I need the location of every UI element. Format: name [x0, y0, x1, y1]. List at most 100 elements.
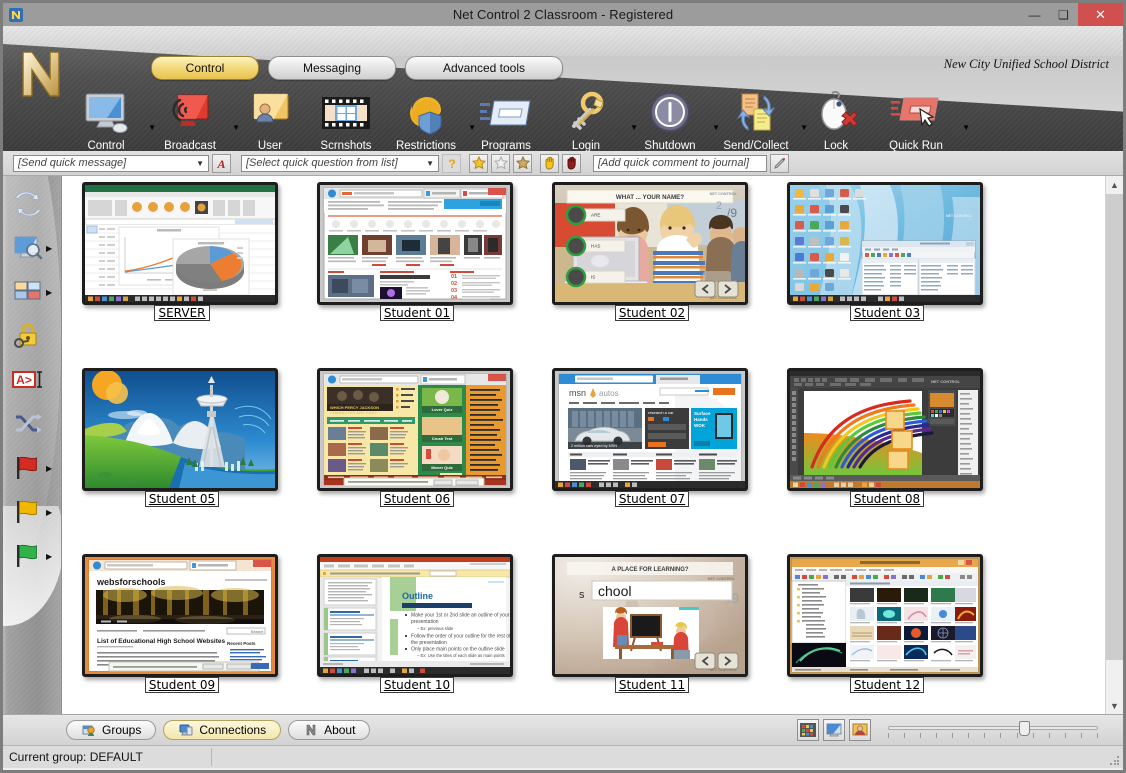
- chevron-down-icon[interactable]: ▼: [1106, 697, 1123, 714]
- view-monitor-icon: [11, 231, 45, 265]
- thumbnail-cell[interactable]: SERVER: [80, 180, 284, 325]
- thumbnail-label[interactable]: Student 12: [850, 677, 924, 693]
- thumbnail-cell[interactable]: A PLACE FOR LEARNING? NET CONTROL 7 /9 s…: [550, 552, 754, 697]
- sidebar-item-lock[interactable]: [11, 316, 57, 356]
- connections-icon: [178, 722, 194, 738]
- thumbnail-cell[interactable]: Outline Make your 1st or 2nd slide an ou…: [315, 552, 519, 697]
- thumbnail-cell[interactable]: Student 05: [80, 366, 284, 511]
- sidebar-item-view-monitor[interactable]: ▶: [11, 228, 57, 268]
- silver-star-icon[interactable]: [491, 154, 510, 173]
- sidebar-item-green-flag[interactable]: ▶: [11, 536, 57, 576]
- quick-question-select[interactable]: [Select quick question from list] ▼: [241, 155, 439, 172]
- monitor-view-icon[interactable]: [823, 719, 845, 741]
- chevron-right-icon[interactable]: ▶: [46, 508, 52, 517]
- tab-messaging[interactable]: Messaging: [268, 56, 396, 80]
- thumbnail-cell[interactable]: NET CONTROL: [785, 366, 989, 511]
- close-button[interactable]: ✕: [1078, 3, 1123, 26]
- bottom-button-about[interactable]: About: [288, 720, 370, 740]
- font-a-icon[interactable]: A: [212, 154, 231, 173]
- status-bar: Current group: DEFAULT: [3, 745, 1123, 768]
- ribbon-button-login[interactable]: ▼ Login: [538, 88, 634, 151]
- thumbnail-image[interactable]: NET CONTROL: [787, 182, 983, 305]
- journal-comment-input[interactable]: [Add quick comment to journal]: [593, 155, 767, 172]
- svg-text:A>: A>: [16, 373, 32, 387]
- thumbnail-image[interactable]: [787, 554, 983, 677]
- chevron-right-icon[interactable]: ▶: [46, 552, 52, 561]
- svg-text:04: 04: [451, 295, 458, 301]
- thumbnail-image[interactable]: WHICH PERCY JACKSON CHARACTER ARE YOU?: [317, 368, 513, 491]
- thumbnail-image[interactable]: A PLACE FOR LEARNING? NET CONTROL 7 /9 s…: [552, 554, 748, 677]
- svg-text:msn: msn: [569, 388, 586, 398]
- thumbnail-label[interactable]: Student 01: [380, 305, 454, 321]
- thumbnail-cell[interactable]: Student 12: [785, 552, 989, 697]
- thumbnail-image[interactable]: 01020304: [317, 182, 513, 305]
- svg-text:IS: IS: [591, 275, 595, 280]
- thumbnail-cell[interactable]: NET CONTROL: [785, 180, 989, 325]
- yellow-hand-icon[interactable]: [540, 154, 559, 173]
- chevron-right-icon[interactable]: ▶: [46, 244, 52, 253]
- chevron-down-icon[interactable]: ▼: [962, 124, 970, 132]
- thumbnail-label[interactable]: Student 10: [380, 677, 454, 693]
- chevron-right-icon[interactable]: ▶: [46, 288, 52, 297]
- tab-advanced-tools[interactable]: Advanced tools: [405, 56, 563, 80]
- thumbnail-label[interactable]: Student 05: [145, 491, 219, 507]
- scrollbar-thumb[interactable]: [1106, 194, 1123, 660]
- sidebar-item-refresh[interactable]: [11, 184, 57, 224]
- thumbnail-cell[interactable]: msn autos: [550, 366, 754, 511]
- thumbnail-label[interactable]: Student 06: [380, 491, 454, 507]
- green-flag-icon: [11, 539, 45, 573]
- svg-text:Recent Posts: Recent Posts: [227, 641, 256, 646]
- zoom-slider[interactable]: [888, 721, 1098, 739]
- gold-star-icon[interactable]: [469, 154, 488, 173]
- ribbon-button-control[interactable]: ▼ Control: [58, 88, 154, 151]
- bronze-star-icon[interactable]: [513, 154, 532, 173]
- thumbnail-label[interactable]: Student 03: [850, 305, 924, 321]
- thumbnail-image[interactable]: [82, 182, 278, 305]
- slider-track[interactable]: [888, 726, 1098, 730]
- ribbon-button-quick-run[interactable]: ▼ Quick Run: [868, 88, 964, 151]
- quick-message-select[interactable]: [Send quick message] ▼: [13, 155, 209, 172]
- chevron-up-icon[interactable]: ▲: [1106, 176, 1123, 193]
- grid-vertical-scrollbar[interactable]: ▲ ▼: [1105, 176, 1123, 714]
- question-mark-icon[interactable]: ?: [442, 154, 461, 173]
- thumbnail-image[interactable]: websforschools: [82, 554, 278, 677]
- tiles-view-icon[interactable]: [797, 719, 819, 741]
- svg-text:NET CONTROL: NET CONTROL: [931, 379, 960, 384]
- sidebar-item-yellow-flag[interactable]: ▶: [11, 492, 57, 532]
- thumbnail-label[interactable]: Student 07: [615, 491, 689, 507]
- bottom-button-connections[interactable]: Connections: [163, 720, 281, 740]
- maximize-button[interactable]: ❑: [1049, 3, 1078, 26]
- red-hand-icon[interactable]: [562, 154, 581, 173]
- svg-text:WOK: WOK: [694, 423, 706, 428]
- thumbnail-cell[interactable]: websforschools: [80, 552, 284, 697]
- thumbnail-image[interactable]: Outline Make your 1st or 2nd slide an ou…: [317, 554, 513, 677]
- thumbnail-label[interactable]: Student 02: [615, 305, 689, 321]
- user-view-icon[interactable]: [849, 719, 871, 741]
- thumbnail-cell[interactable]: 01020304 Student 01: [315, 180, 519, 325]
- sidebar-item-red-flag[interactable]: ▶: [11, 448, 57, 488]
- thumbnail-image[interactable]: WHAT ... YOUR NAME? AREHASIS: [552, 182, 748, 305]
- red-flag-icon: [11, 451, 45, 485]
- quick-message-placeholder: [Send quick message]: [18, 157, 126, 169]
- thumbnail-cell[interactable]: WHAT ... YOUR NAME? AREHASIS: [550, 180, 754, 325]
- thumbnail-label[interactable]: SERVER: [154, 305, 209, 321]
- sidebar-item-text-input[interactable]: A>: [11, 360, 57, 400]
- thumbnail-image[interactable]: NET CONTROL: [787, 368, 983, 491]
- resize-grip-icon[interactable]: [1110, 756, 1120, 766]
- bottom-button-groups[interactable]: Groups: [66, 720, 156, 740]
- thumbnail-image[interactable]: msn autos: [552, 368, 748, 491]
- ribbon-button-shutdown[interactable]: ▼ Shutdown: [622, 88, 718, 151]
- thumbnail-image[interactable]: [82, 368, 278, 491]
- sidebar-item-shuffle[interactable]: [11, 404, 57, 444]
- thumbnail-label-wrap: Student 08: [785, 491, 989, 507]
- sidebar-item-layout[interactable]: ▶: [11, 272, 57, 312]
- thumbnail-label[interactable]: Student 09: [145, 677, 219, 693]
- thumbnail-label[interactable]: Student 08: [850, 491, 924, 507]
- text-input-icon: A>: [11, 363, 45, 397]
- chevron-right-icon[interactable]: ▶: [46, 464, 52, 473]
- pen-icon[interactable]: [770, 154, 789, 173]
- tab-control[interactable]: Control: [151, 56, 259, 80]
- thumbnail-label[interactable]: Student 11: [615, 677, 689, 693]
- thumbnail-cell[interactable]: WHICH PERCY JACKSON CHARACTER ARE YOU?: [315, 366, 519, 511]
- minimize-button[interactable]: —: [1020, 3, 1049, 26]
